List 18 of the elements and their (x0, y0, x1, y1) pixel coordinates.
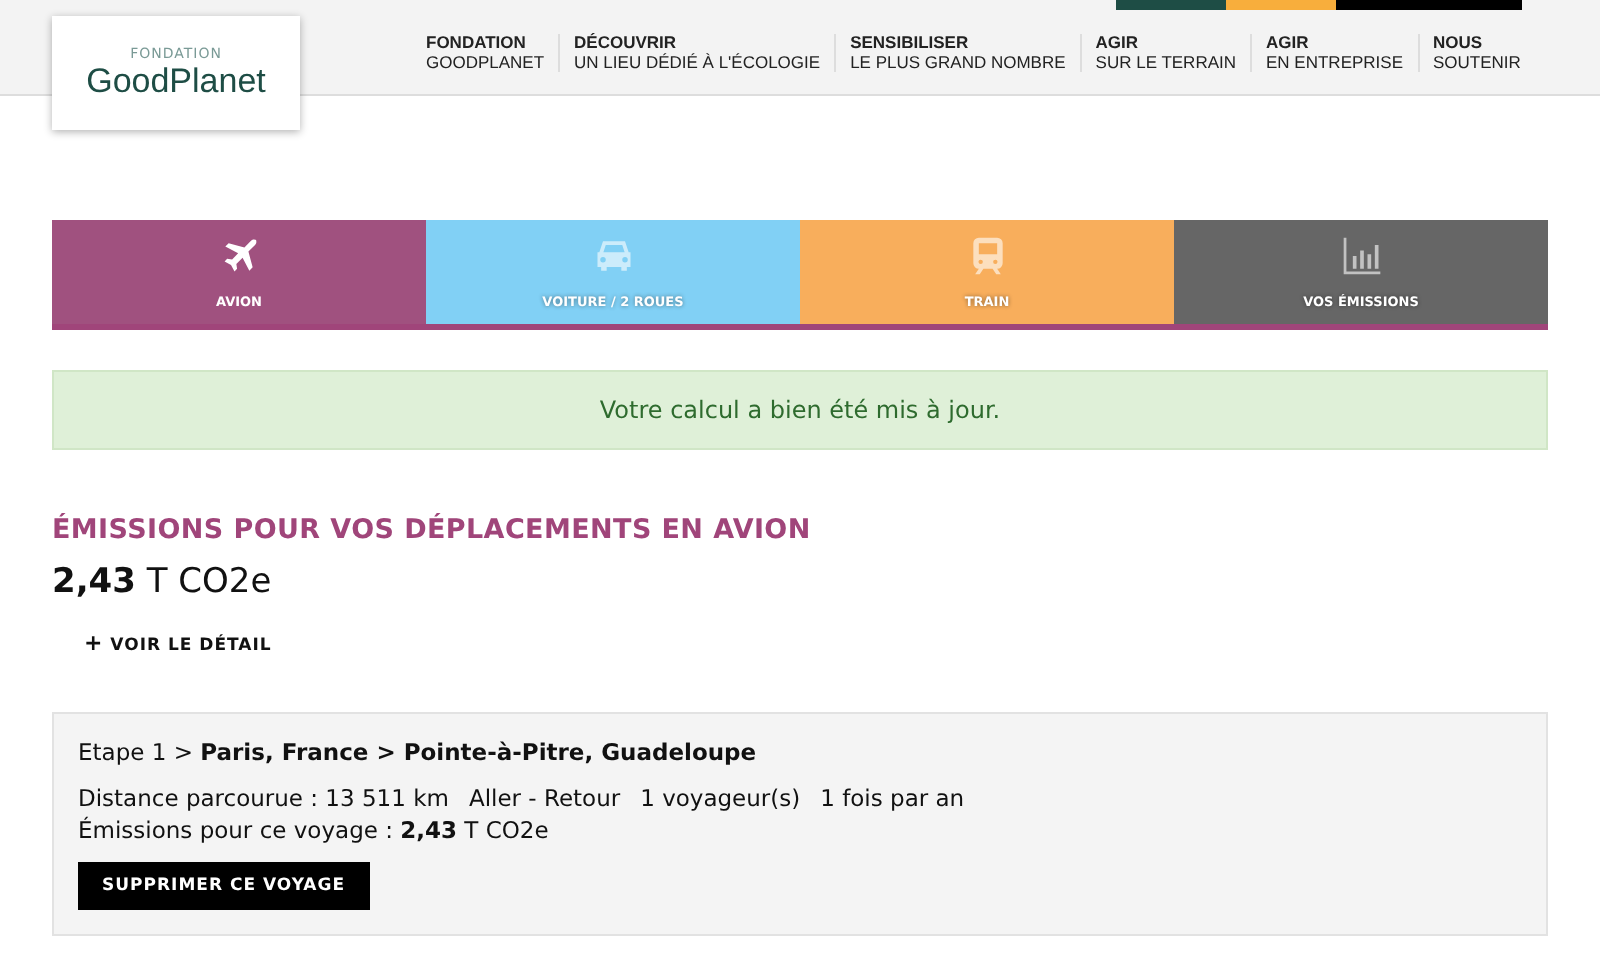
trip-title: Etape 1 > Paris, France > Pointe-à-Pitre, Guadeloupe (78, 738, 759, 766)
trip-detail: 1 fois par an (820, 784, 965, 812)
success-message: Votre calcul a bien été mis à jour. (52, 370, 1548, 450)
total-emissions: 2,43 T CO2e (52, 562, 274, 602)
trip-detail: Distance parcourue : 13 511 km (78, 784, 449, 812)
section-heading: ÉMISSIONS POUR VOS DÉPLACEMENTS EN AVION (52, 514, 813, 546)
trip-emissions: Émissions pour ce voyage : 2,43 T CO2e (78, 816, 551, 844)
nav-link[interactable]: AGIR SUR LE TERRAIN (1079, 34, 1251, 72)
nav-link[interactable]: NOUS SOUTENIR (1417, 34, 1535, 72)
trip-detail: 1 voyageur(s) (640, 784, 801, 812)
nav-link[interactable]: FONDATION GOODPLANET (412, 34, 559, 72)
delete-trip-button[interactable]: SUPPRIMER CE VOYAGE (78, 862, 370, 910)
bar-chart-icon (1339, 234, 1383, 278)
nav-link[interactable]: SENSIBILISER LE PLUS GRAND NOMBRE (834, 34, 1080, 72)
detail-link[interactable]: + VOIR LE DÉTAIL (84, 630, 1548, 656)
nav-link[interactable]: AGIR EN ENTREPRISE (1250, 34, 1418, 72)
trip-detail: Aller - Retour (468, 784, 621, 812)
nav-link[interactable]: DÉCOUVRIR UN LIEU DÉDIÉ À L'ÉCOLOGIE (558, 34, 835, 72)
